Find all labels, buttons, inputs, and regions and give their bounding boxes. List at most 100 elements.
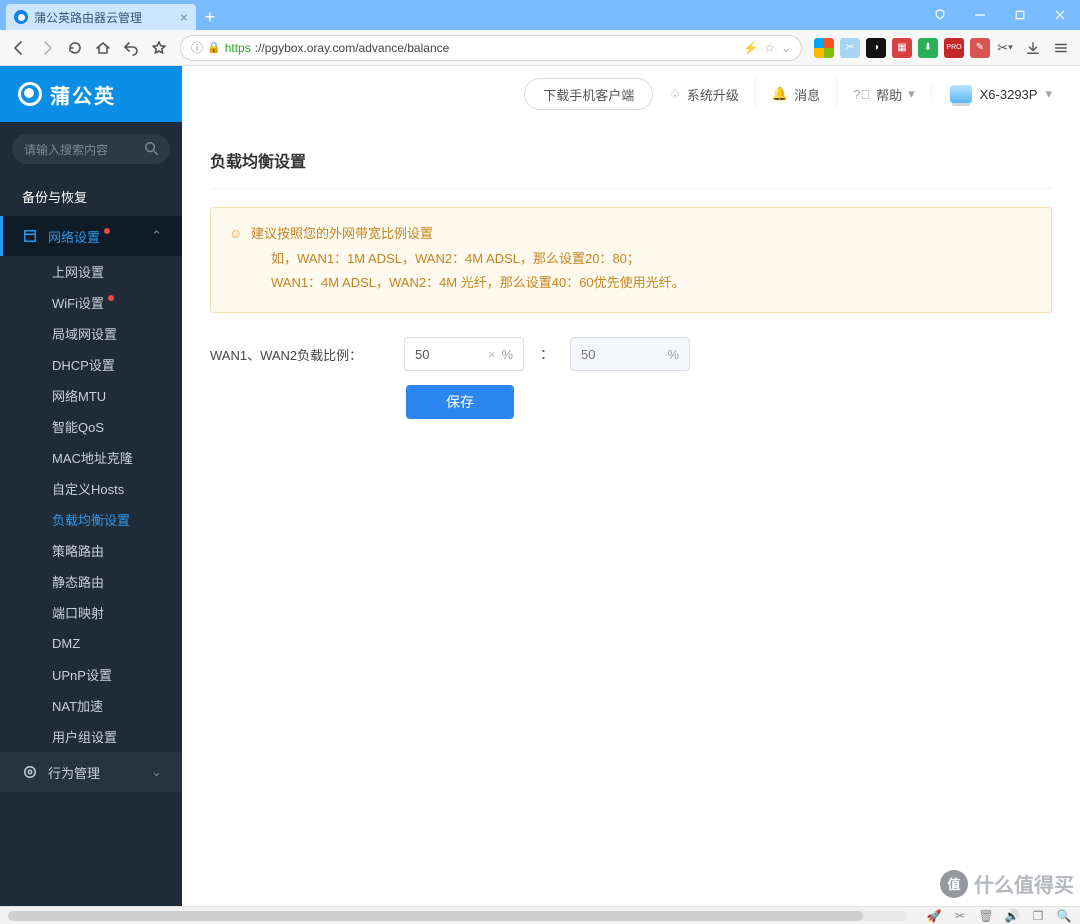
sub-internet[interactable]: 上网设置 [0, 256, 182, 287]
percent-label: % [667, 347, 679, 362]
device-name: X6-3293P [980, 87, 1038, 102]
sub-qos[interactable]: 智能QoS [0, 411, 182, 442]
header-help[interactable]: ?⃝ 帮助 ▾ [836, 78, 931, 110]
ext-note-icon[interactable]: ✎ [970, 38, 990, 58]
header-upgrade[interactable]: ♤ 系统升级 [653, 78, 755, 110]
form-row-ratio: WAN1、WAN2负载比例： × % ： % [210, 337, 1052, 371]
window-close-icon[interactable] [1040, 0, 1080, 30]
sub-lan[interactable]: 局域网设置 [0, 318, 182, 349]
nav-forward-icon[interactable] [34, 35, 60, 61]
save-button[interactable]: 保存 [406, 385, 514, 419]
sb-zoom-icon[interactable]: 🔍 [1056, 909, 1072, 923]
tab-favicon [14, 10, 28, 24]
nav-undo-icon[interactable] [118, 35, 144, 61]
header-device[interactable]: X6-3293P ▾ [931, 85, 1062, 103]
search-icon[interactable] [144, 141, 158, 158]
tip-line-3: WAN1：4M ADSL，WAN2：4M 光纤，那么设置40：60优先使用光纤。 [229, 271, 1033, 296]
sub-label: 网络MTU [52, 386, 106, 405]
wan1-input[interactable]: × % [404, 337, 524, 371]
chevron-down-icon: ▾ [908, 86, 915, 102]
brand-name: 蒲公英 [50, 80, 116, 109]
sub-label: 自定义Hosts [52, 479, 124, 498]
tab-close-icon[interactable]: × [180, 9, 188, 25]
sidebar-submenu: 上网设置 WiFi设置 局域网设置 DHCP设置 网络MTU 智能QoS MAC… [0, 256, 182, 752]
url-bar[interactable]: ⓘ 🔒 https://pgybox.oray.com/advance/bala… [180, 35, 802, 61]
tip-box: ☺建议按照您的外网带宽比例设置 如，WAN1：1M ADSL，WAN2：4M A… [210, 207, 1052, 313]
help-icon: ?⃝ [853, 87, 870, 102]
sub-mac-clone[interactable]: MAC地址克隆 [0, 442, 182, 473]
ext-red1-icon[interactable]: ▦ [892, 38, 912, 58]
sub-label: NAT加速 [52, 696, 103, 715]
chevron-down-icon: ▾ [1045, 86, 1052, 102]
main: 下载手机客户端 ♤ 系统升级 🔔 消息 ?⃝ 帮助 ▾ X6-3293P [182, 66, 1080, 906]
brand[interactable]: 蒲公英 [0, 66, 182, 122]
clear-icon[interactable]: × [488, 347, 496, 362]
url-path: ://pgybox.oray.com/advance/balance [255, 41, 450, 55]
ext-microsoft-icon[interactable] [814, 38, 834, 58]
wan2-input: % [570, 337, 690, 371]
window-shield-icon[interactable] [920, 0, 960, 30]
nav-favorite-icon[interactable] [146, 35, 172, 61]
ext-dark-icon[interactable]: ◑ [866, 38, 886, 58]
sub-user-group[interactable]: 用户组设置 [0, 721, 182, 752]
bell-icon: 🔔 [772, 86, 788, 102]
window-minimize-icon[interactable] [960, 0, 1000, 30]
nav-home-icon[interactable] [90, 35, 116, 61]
nav-download-icon[interactable] [1020, 35, 1046, 61]
sub-mtu[interactable]: 网络MTU [0, 380, 182, 411]
nav-menu-icon[interactable] [1048, 35, 1074, 61]
url-dropdown-icon[interactable]: ⌄ [781, 41, 791, 55]
sidebar-search[interactable]: 请输入搜索内容 [12, 134, 170, 164]
ratio-colon: ： [538, 344, 556, 364]
sub-hosts[interactable]: 自定义Hosts [0, 473, 182, 504]
sidebar-item-backup[interactable]: 备份与恢复 [0, 176, 182, 216]
nav-reload-icon[interactable] [62, 35, 88, 61]
sub-label: 策略路由 [52, 541, 104, 560]
sub-nat[interactable]: NAT加速 [0, 690, 182, 721]
sub-port-map[interactable]: 端口映射 [0, 597, 182, 628]
device-icon [950, 85, 972, 103]
nav-scissors-icon[interactable]: ✂▾ [992, 35, 1018, 61]
sub-label: 用户组设置 [52, 727, 117, 746]
ext-pro-icon[interactable]: PRO [944, 38, 964, 58]
sub-dhcp[interactable]: DHCP设置 [0, 349, 182, 380]
horizontal-scrollbar[interactable] [8, 911, 908, 921]
url-flash-icon[interactable]: ⚡ [743, 41, 758, 55]
app-root: 蒲公英 请输入搜索内容 备份与恢复 网络设置 ⌃ 上网设置 WiFi设置 局域网… [0, 66, 1080, 906]
page-title: 负载均衡设置 [210, 136, 1052, 188]
download-client-button[interactable]: 下载手机客户端 [524, 78, 653, 110]
nav-back-icon[interactable] [6, 35, 32, 61]
sub-policy-route[interactable]: 策略路由 [0, 535, 182, 566]
sub-label: 静态路由 [52, 572, 104, 591]
sub-wifi[interactable]: WiFi设置 [0, 287, 182, 318]
url-star-icon[interactable]: ☆ [764, 41, 775, 55]
sub-upnp[interactable]: UPnP设置 [0, 659, 182, 690]
ext-green-icon[interactable]: ⬇ [918, 38, 938, 58]
page-header: 下载手机客户端 ♤ 系统升级 🔔 消息 ?⃝ 帮助 ▾ X6-3293P [182, 66, 1080, 122]
sb-volume-icon[interactable]: 🔊 [1004, 909, 1020, 923]
sb-restore-icon[interactable]: ❐ [1030, 909, 1046, 923]
tab-title: 蒲公英路由器云管理 [34, 9, 174, 26]
sub-load-balance[interactable]: 负载均衡设置 [0, 504, 182, 535]
ext-screenshot-icon[interactable]: ✂ [840, 38, 860, 58]
sub-static-route[interactable]: 静态路由 [0, 566, 182, 597]
header-messages[interactable]: 🔔 消息 [755, 78, 836, 110]
sb-trash-icon[interactable]: 🗑 [978, 909, 994, 923]
sub-label: 智能QoS [52, 417, 104, 436]
sub-label: UPnP设置 [52, 665, 112, 684]
sidebar-item-network[interactable]: 网络设置 ⌃ [0, 216, 182, 256]
sub-dmz[interactable]: DMZ [0, 628, 182, 659]
new-tab-button[interactable]: + [196, 4, 224, 30]
site-info-icon[interactable]: ⓘ [191, 39, 203, 56]
window-maximize-icon[interactable] [1000, 0, 1040, 30]
button-row: 保存 [210, 385, 1052, 419]
wan1-value[interactable] [415, 347, 455, 362]
sb-rocket-icon[interactable]: 🚀 [926, 909, 942, 923]
browser-tab[interactable]: 蒲公英路由器云管理 × [6, 4, 196, 30]
sub-label: WiFi设置 [52, 293, 104, 312]
chevron-up-icon: ⌃ [151, 228, 162, 244]
sidebar-item-behavior[interactable]: 行为管理 ⌄ [0, 752, 182, 792]
browser-titlebar: 蒲公英路由器云管理 × + [0, 0, 1080, 30]
sb-cut-icon[interactable]: ✂ [952, 909, 968, 923]
network-icon [22, 229, 38, 243]
